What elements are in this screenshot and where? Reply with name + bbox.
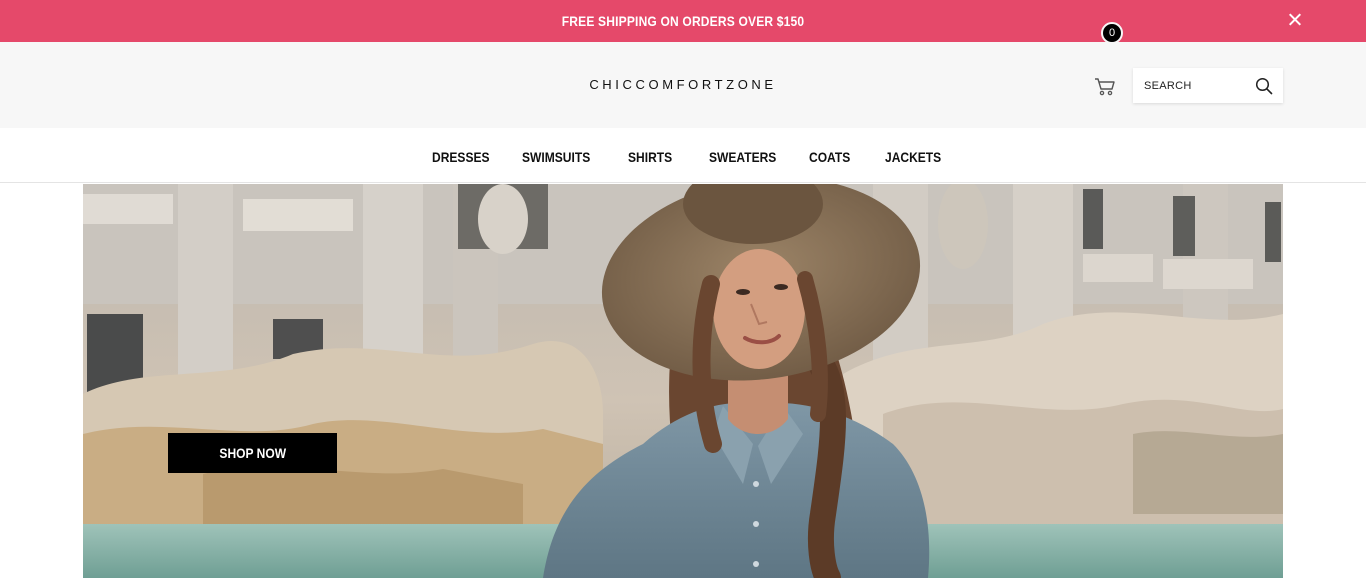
nav-item-shirts[interactable]: SHIRTS — [628, 149, 672, 165]
hero-banner[interactable] — [83, 184, 1283, 578]
hero-image — [83, 184, 1283, 578]
cart-count-badge: 0 — [1101, 22, 1123, 44]
main-nav: DRESSES SWIMSUITS SHIRTS SWEATERS COATS … — [0, 128, 1366, 183]
nav-item-jackets[interactable]: JACKETS — [885, 149, 941, 165]
announcement-text: FREE SHIPPING ON ORDERS OVER $150 — [561, 13, 805, 29]
nav-item-coats[interactable]: COATS — [809, 149, 850, 165]
search-input[interactable] — [1133, 68, 1251, 103]
announcement-bar: FREE SHIPPING ON ORDERS OVER $150 — [0, 0, 1366, 42]
search-box — [1133, 68, 1283, 103]
shop-now-label: SHOP NOW — [219, 445, 286, 461]
shop-now-button[interactable]: SHOP NOW — [168, 433, 337, 473]
nav-item-dresses[interactable]: DRESSES — [432, 149, 490, 165]
site-header: CHICCOMFORTZONE — [0, 42, 1366, 128]
cart-icon[interactable] — [1093, 74, 1117, 98]
nav-item-swimsuits[interactable]: SWIMSUITS — [522, 149, 590, 165]
close-icon[interactable] — [1286, 11, 1304, 29]
nav-item-sweaters[interactable]: SWEATERS — [709, 149, 776, 165]
search-icon[interactable] — [1255, 77, 1273, 95]
